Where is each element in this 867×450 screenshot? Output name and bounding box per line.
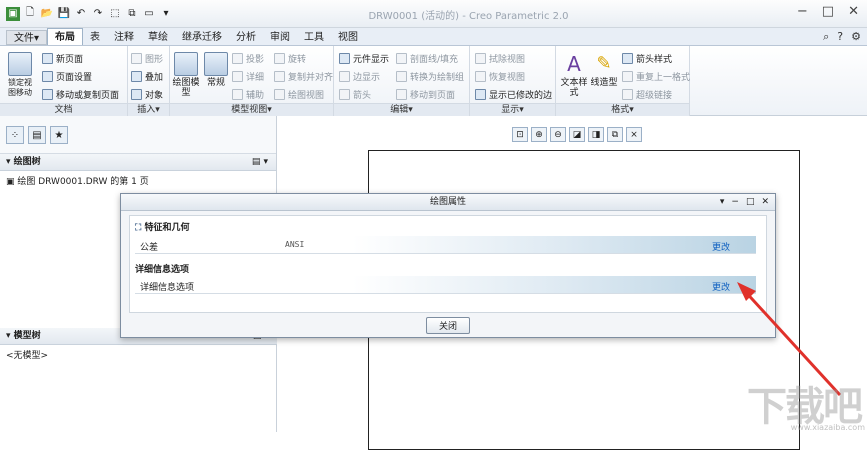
watermark-url: www.xiazaiba.com bbox=[790, 423, 865, 432]
annotation-arrow bbox=[737, 282, 842, 397]
